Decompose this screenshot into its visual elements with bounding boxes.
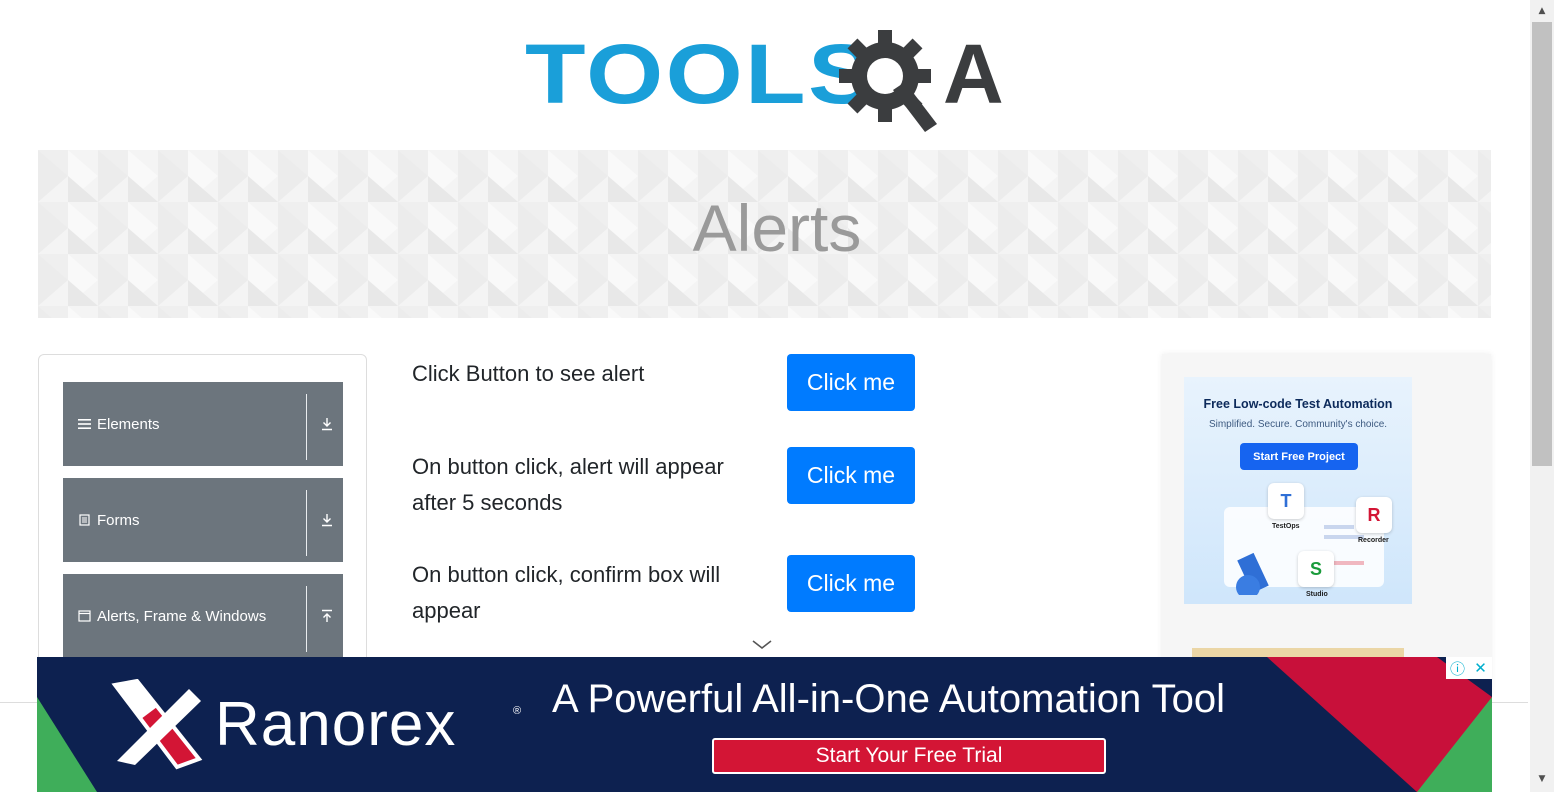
divider: [306, 586, 307, 652]
document-icon: [77, 514, 91, 526]
menu-group-label: Alerts, Frame & Windows: [97, 607, 267, 625]
menu-group-label: Forms: [97, 511, 140, 529]
ad-card[interactable]: Free Low-code Test Automation Simplified…: [1184, 377, 1412, 604]
divider: [306, 490, 307, 556]
confirm-button[interactable]: Click me: [787, 555, 915, 612]
window-icon: [77, 610, 91, 622]
download-arrow-icon[interactable]: [315, 382, 339, 466]
timer-alert-description: On button click, alert will appear after…: [412, 454, 724, 515]
menu-group-alerts-frame-windows[interactable]: Alerts, Frame & Windows: [63, 574, 343, 658]
download-arrow-icon[interactable]: [315, 478, 339, 562]
logo-text-a: A: [943, 27, 1004, 121]
ranorex-logo-icon: [111, 679, 203, 770]
tile-label: Studio: [1306, 591, 1328, 598]
page-title: Alerts: [692, 191, 862, 265]
recorder-tile-icon: R: [1356, 497, 1392, 533]
chevron-down-icon[interactable]: [750, 636, 774, 652]
divider: [306, 394, 307, 460]
ad-cta-button[interactable]: Start Free Project: [1240, 443, 1358, 470]
menu-group-elements[interactable]: Elements: [63, 382, 343, 466]
ad-controls[interactable]: ⓘ ✕: [1446, 657, 1492, 679]
studio-tile-icon: S: [1298, 551, 1334, 587]
hamburger-icon: [77, 418, 91, 430]
ad-headline: Free Low-code Test Automation: [1203, 397, 1393, 411]
alert-button[interactable]: Click me: [787, 354, 915, 411]
side-advertisement[interactable]: Free Low-code Test Automation Simplified…: [1162, 354, 1491, 694]
registered-mark: ®: [513, 705, 522, 717]
info-icon[interactable]: ⓘ: [1446, 657, 1469, 679]
menu-group-label: Elements: [97, 415, 160, 433]
tile-label: TestOps: [1272, 523, 1300, 530]
toolsqa-logo[interactable]: TOOLS A: [525, 24, 1015, 136]
tile-label: Recorder: [1358, 537, 1389, 544]
menu-group-forms[interactable]: Forms: [63, 478, 343, 562]
upload-arrow-icon[interactable]: [315, 574, 339, 658]
left-menu-panel: Elements Forms Alerts, Frame & Windows: [38, 354, 367, 694]
confirm-description: On button click, confirm box will appear: [412, 562, 721, 623]
ad-brand: Ranorex: [215, 690, 457, 759]
scroll-up-arrow-icon[interactable]: ▲: [1530, 2, 1554, 20]
alert-description: Click Button to see alert: [412, 361, 645, 386]
start-trial-button[interactable]: Start Your Free Trial: [712, 738, 1106, 774]
ad-subline: Simplified. Secure. Community's choice.: [1208, 419, 1388, 430]
timer-alert-button[interactable]: Click me: [787, 447, 915, 504]
bottom-advertisement[interactable]: Ranorex ® A Powerful All-in-One Automati…: [37, 657, 1492, 792]
close-icon[interactable]: ✕: [1469, 657, 1492, 679]
testops-tile-icon: T: [1268, 483, 1304, 519]
scrollbar-thumb[interactable]: [1532, 22, 1552, 466]
ad-headline: A Powerful All-in-One Automation Tool: [552, 677, 1225, 721]
scroll-down-arrow-icon[interactable]: ▼: [1530, 770, 1554, 788]
logo-text-tools: TOOLS: [525, 27, 877, 121]
gear-magnifier-icon: [839, 30, 937, 132]
